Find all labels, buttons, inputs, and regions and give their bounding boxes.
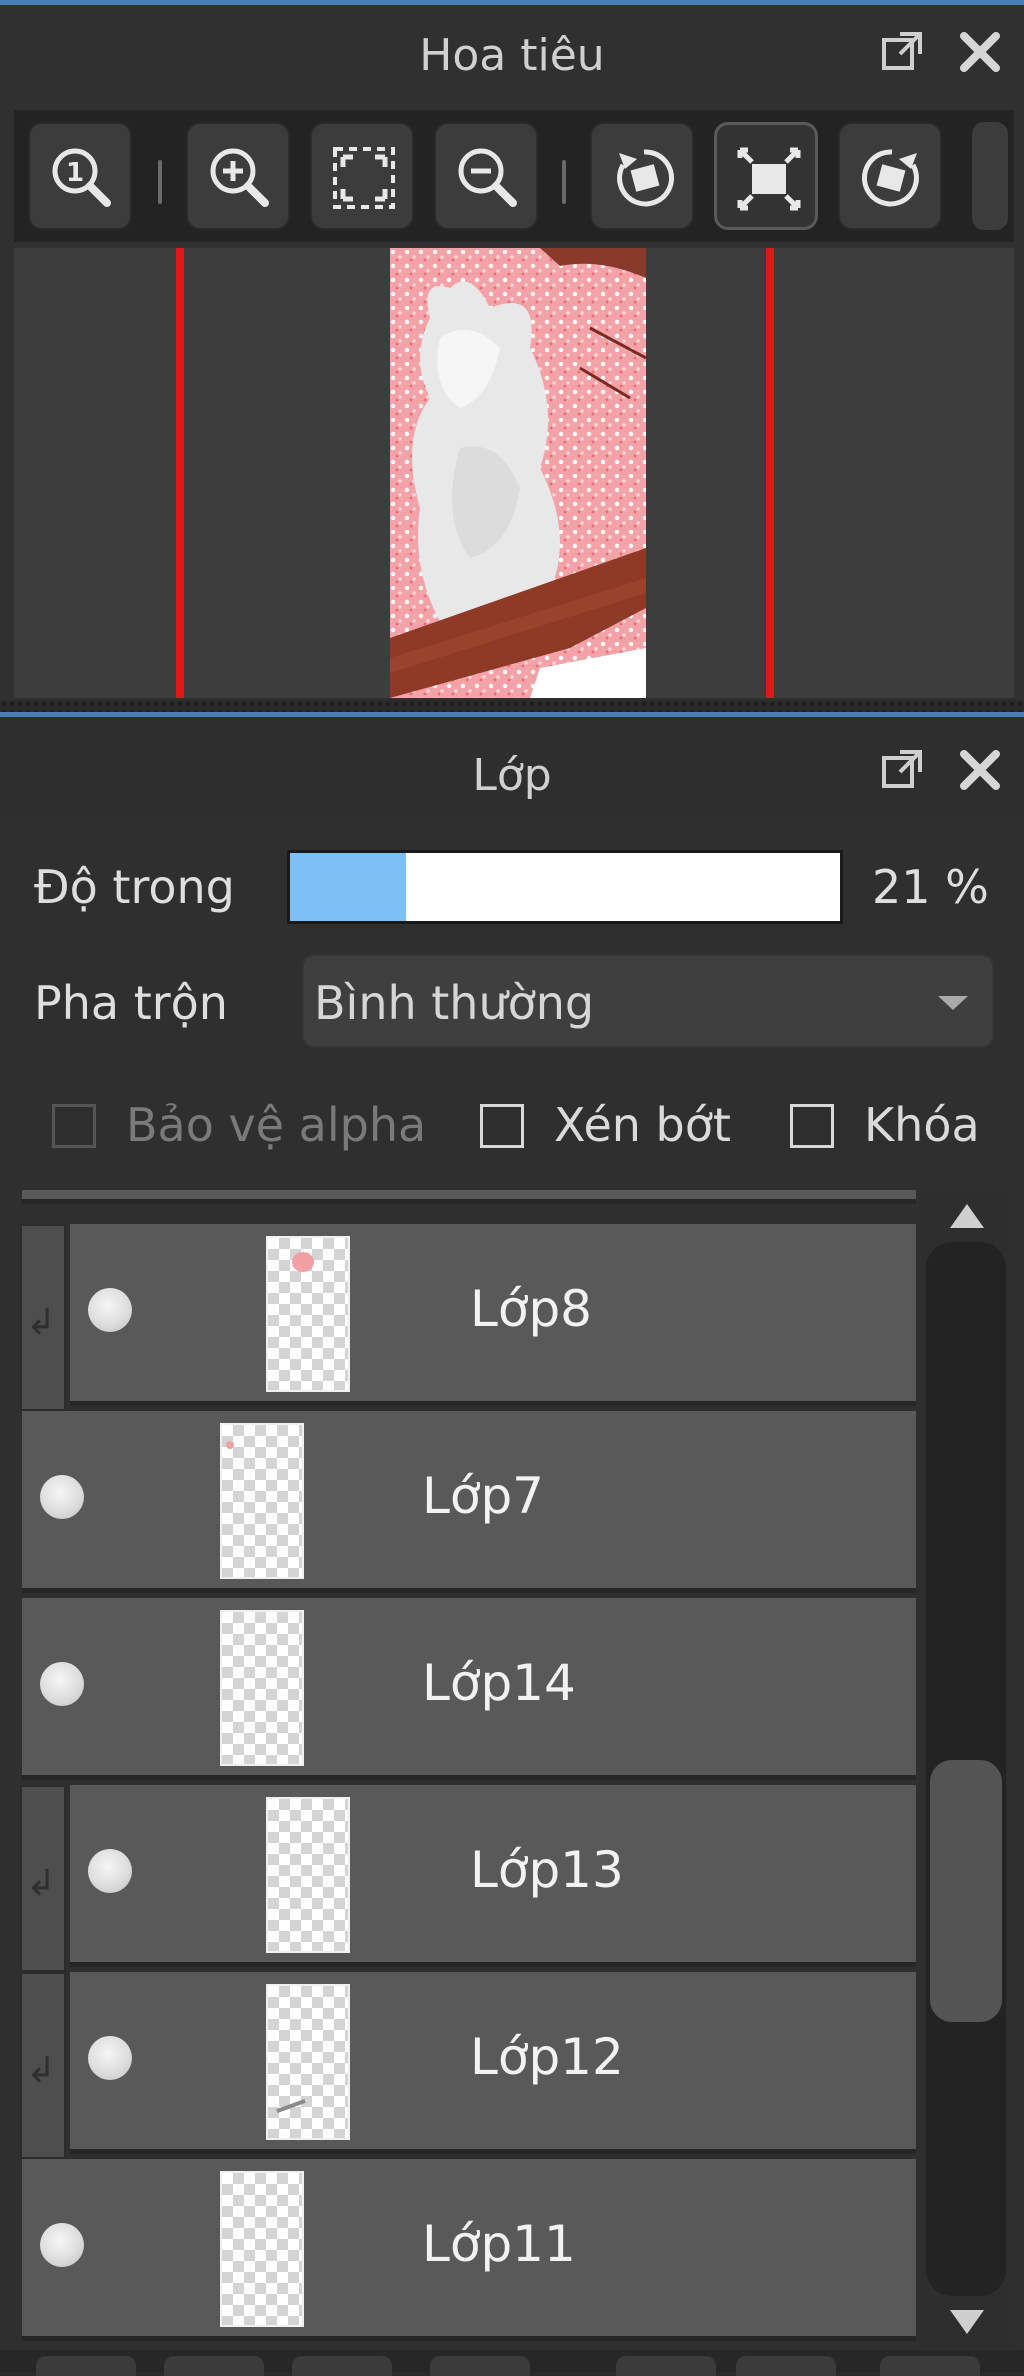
panel-accent-bar [0, 0, 1024, 5]
view-frame-right-edge [766, 248, 774, 698]
close-icon[interactable] [958, 30, 1002, 74]
protect-alpha-checkbox[interactable] [52, 1104, 96, 1148]
view-frame-left-edge [176, 248, 184, 698]
protect-alpha-label: Bảo vệ alpha [126, 1098, 427, 1152]
rotate-left-icon[interactable] [590, 122, 694, 230]
clip-arrow-icon: ↲ [26, 2050, 57, 2091]
layer-thumbnail [266, 1797, 350, 1953]
close-icon[interactable] [958, 748, 1002, 792]
layer-row[interactable]: Lớp7 [22, 1411, 916, 1593]
scrollbar-thumb[interactable] [930, 1760, 1002, 2022]
navigator-toolbar: 1 [14, 110, 1014, 242]
visibility-icon[interactable] [40, 2223, 84, 2267]
layer-name: Lớp12 [470, 2028, 624, 2086]
canvas-thumbnail [390, 248, 646, 698]
layer-row[interactable]: Lớp13 [70, 1785, 916, 1967]
blend-mode-select[interactable]: Bình thường [302, 954, 994, 1048]
visibility-icon[interactable] [88, 1288, 132, 1332]
scroll-up-icon[interactable] [950, 1204, 984, 1228]
scroll-down-icon[interactable] [950, 2310, 984, 2334]
layer-panel: Lớp Độ trong 21 % Pha trộn Bình thường B… [0, 712, 1024, 2376]
clip-label: Xén bớt [554, 1098, 731, 1152]
thumbnail-mark [292, 1252, 314, 1272]
layer-thumbnail [266, 1236, 350, 1392]
lock-checkbox[interactable] [790, 1104, 834, 1148]
clip-arrow-icon: ↲ [26, 1863, 57, 1904]
undock-icon[interactable] [880, 30, 924, 74]
panel-accent-bar [0, 712, 1024, 717]
layer-row-partial[interactable] [22, 1190, 916, 1204]
opacity-label: Độ trong [34, 860, 235, 914]
visibility-icon[interactable] [88, 1849, 132, 1893]
visibility-icon[interactable] [40, 1662, 84, 1706]
zoom-in-icon[interactable] [186, 122, 290, 230]
layer-list-scrollbar[interactable] [920, 1190, 1014, 2350]
layer-name: Lớp14 [422, 1654, 576, 1712]
layer-thumbnail [220, 2171, 304, 2327]
svg-text:1: 1 [66, 158, 84, 188]
toolbar-separator [562, 160, 566, 204]
blend-mode-label: Pha trộn [34, 976, 228, 1030]
navigator-title: Hoa tiêu [419, 30, 605, 81]
scrollbar-track[interactable] [926, 1242, 1006, 2296]
layer-tool-button[interactable] [616, 2356, 716, 2376]
layer-row[interactable]: Lớp14 [22, 1598, 916, 1780]
clip-indicator: ↲ [20, 1224, 66, 1411]
opacity-slider-fill [290, 853, 406, 921]
layer-name: Lớp8 [470, 1280, 592, 1338]
toolbar-separator [158, 160, 162, 204]
layer-row[interactable]: Lớp11 [22, 2159, 916, 2341]
layer-tool-button[interactable] [430, 2356, 530, 2376]
opacity-value: 21 % [872, 860, 989, 914]
toolbar-overflow-handle[interactable] [972, 122, 1008, 230]
thumbnail-mark [226, 1441, 234, 1449]
visibility-icon[interactable] [40, 1475, 84, 1519]
layer-name: Lớp13 [470, 1841, 624, 1899]
layer-name: Lớp11 [422, 2215, 576, 2273]
fit-screen-icon[interactable] [310, 122, 414, 230]
layer-tool-button[interactable] [292, 2356, 392, 2376]
layer-row[interactable]: Lớp8 [70, 1224, 916, 1406]
layer-tool-button[interactable] [880, 2356, 980, 2376]
layer-thumbnail [220, 1610, 304, 1766]
panel-splitter[interactable] [0, 700, 1024, 712]
layer-thumbnail [266, 1984, 350, 2140]
layer-thumbnail [220, 1423, 304, 1579]
clip-indicator: ↲ [20, 1785, 66, 1972]
blend-mode-value: Bình thường [314, 976, 595, 1030]
layer-panel-title: Lớp [472, 750, 552, 801]
chevron-down-icon [938, 996, 968, 1010]
layer-tool-button[interactable] [164, 2356, 264, 2376]
navigator-panel: Hoa tiêu 1 [0, 0, 1024, 712]
zoom-actual-size-icon[interactable]: 1 [28, 122, 132, 230]
clip-arrow-icon: ↲ [26, 1302, 57, 1343]
undock-icon[interactable] [880, 748, 924, 792]
clip-indicator: ↲ [20, 1972, 66, 2159]
rotate-right-icon[interactable] [838, 122, 942, 230]
layer-tool-button[interactable] [736, 2356, 836, 2376]
zoom-out-icon[interactable] [434, 122, 538, 230]
navigator-preview[interactable] [14, 248, 1014, 698]
lock-label: Khóa [864, 1098, 980, 1152]
reset-view-icon[interactable] [714, 122, 818, 230]
visibility-icon[interactable] [88, 2036, 132, 2080]
layer-row[interactable]: Lớp12 [70, 1972, 916, 2154]
layer-name: Lớp7 [422, 1467, 544, 1525]
opacity-slider[interactable] [287, 850, 843, 924]
layer-list: ↲ Lớp8 Lớp7 Lớp14 ↲ Lớp13 ↲ Lớp12 Lớp11 [0, 1190, 920, 2348]
layer-tool-button[interactable] [36, 2356, 136, 2376]
thumbnail-mark [276, 2098, 306, 2114]
clip-checkbox[interactable] [480, 1104, 524, 1148]
